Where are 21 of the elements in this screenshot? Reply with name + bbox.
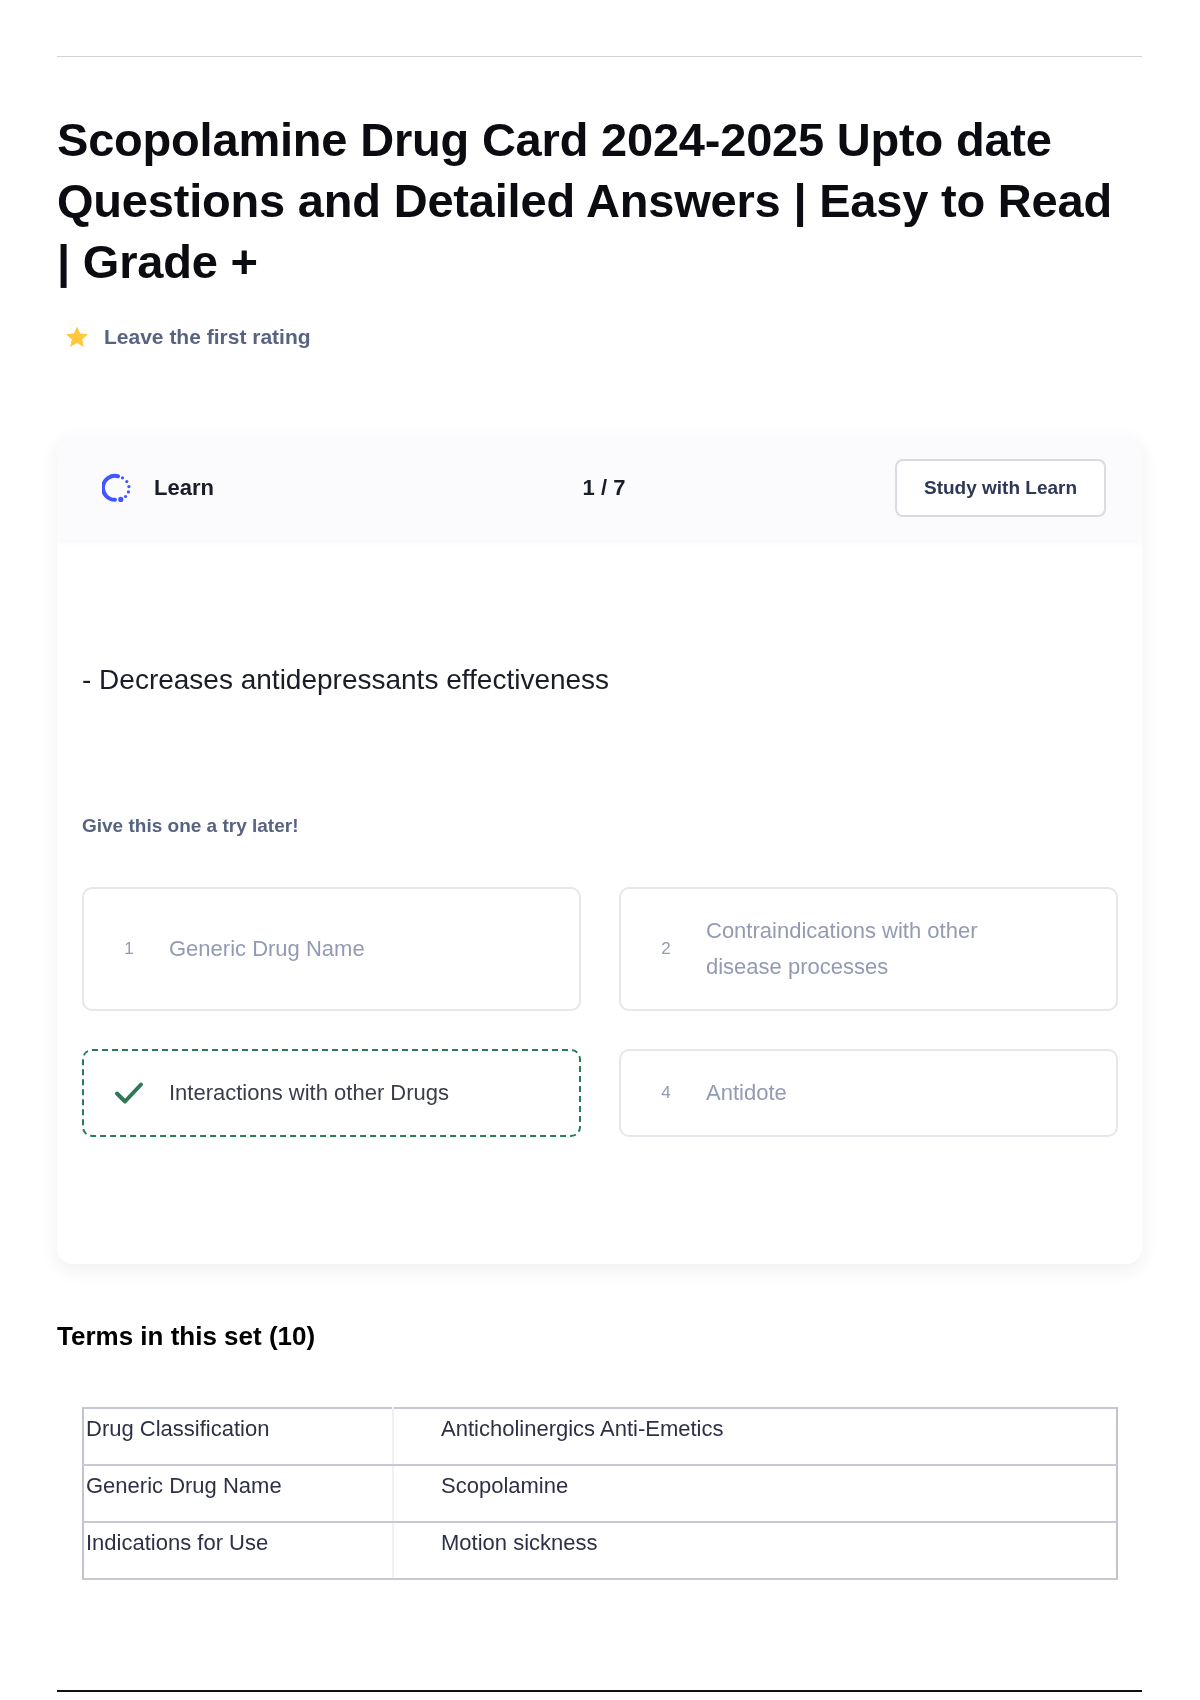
definition-cell: Scopolamine: [393, 1465, 1117, 1522]
option-number: 1: [124, 938, 134, 960]
dotted-ring-icon: [102, 472, 132, 503]
star-icon: [65, 325, 89, 349]
term-cell: Generic Drug Name: [83, 1465, 393, 1522]
page-title: Scopolamine Drug Card 2024-2025 Upto date Questions and Detailed Answers | Easy to Read | Grade +: [57, 112, 1113, 290]
answer-text: - Decreases antidepressants effectiveness: [82, 663, 611, 697]
study-button[interactable]: Study with Learn: [895, 458, 1106, 517]
rating-link[interactable]: Leave the first rating: [104, 322, 311, 352]
progress-counter: 1 / 7: [582, 474, 626, 501]
term-cell: Drug Classification: [83, 1408, 393, 1465]
option-number: 2: [661, 938, 671, 960]
section-heading: Terms in this set (10): [57, 1320, 317, 1352]
definition-cell: Motion sickness: [393, 1522, 1117, 1579]
definition-cell: Anticholinergics Anti-Emetics: [393, 1408, 1117, 1465]
mode-label: Learn: [154, 474, 214, 501]
term-cell: Indications for Use: [83, 1522, 393, 1579]
check-icon: [114, 1081, 144, 1105]
hint-text: Give this one a try later!: [82, 814, 300, 838]
answer-option[interactable]: Interactions with other Drugs: [82, 1049, 581, 1137]
option-number: 4: [661, 1082, 671, 1104]
